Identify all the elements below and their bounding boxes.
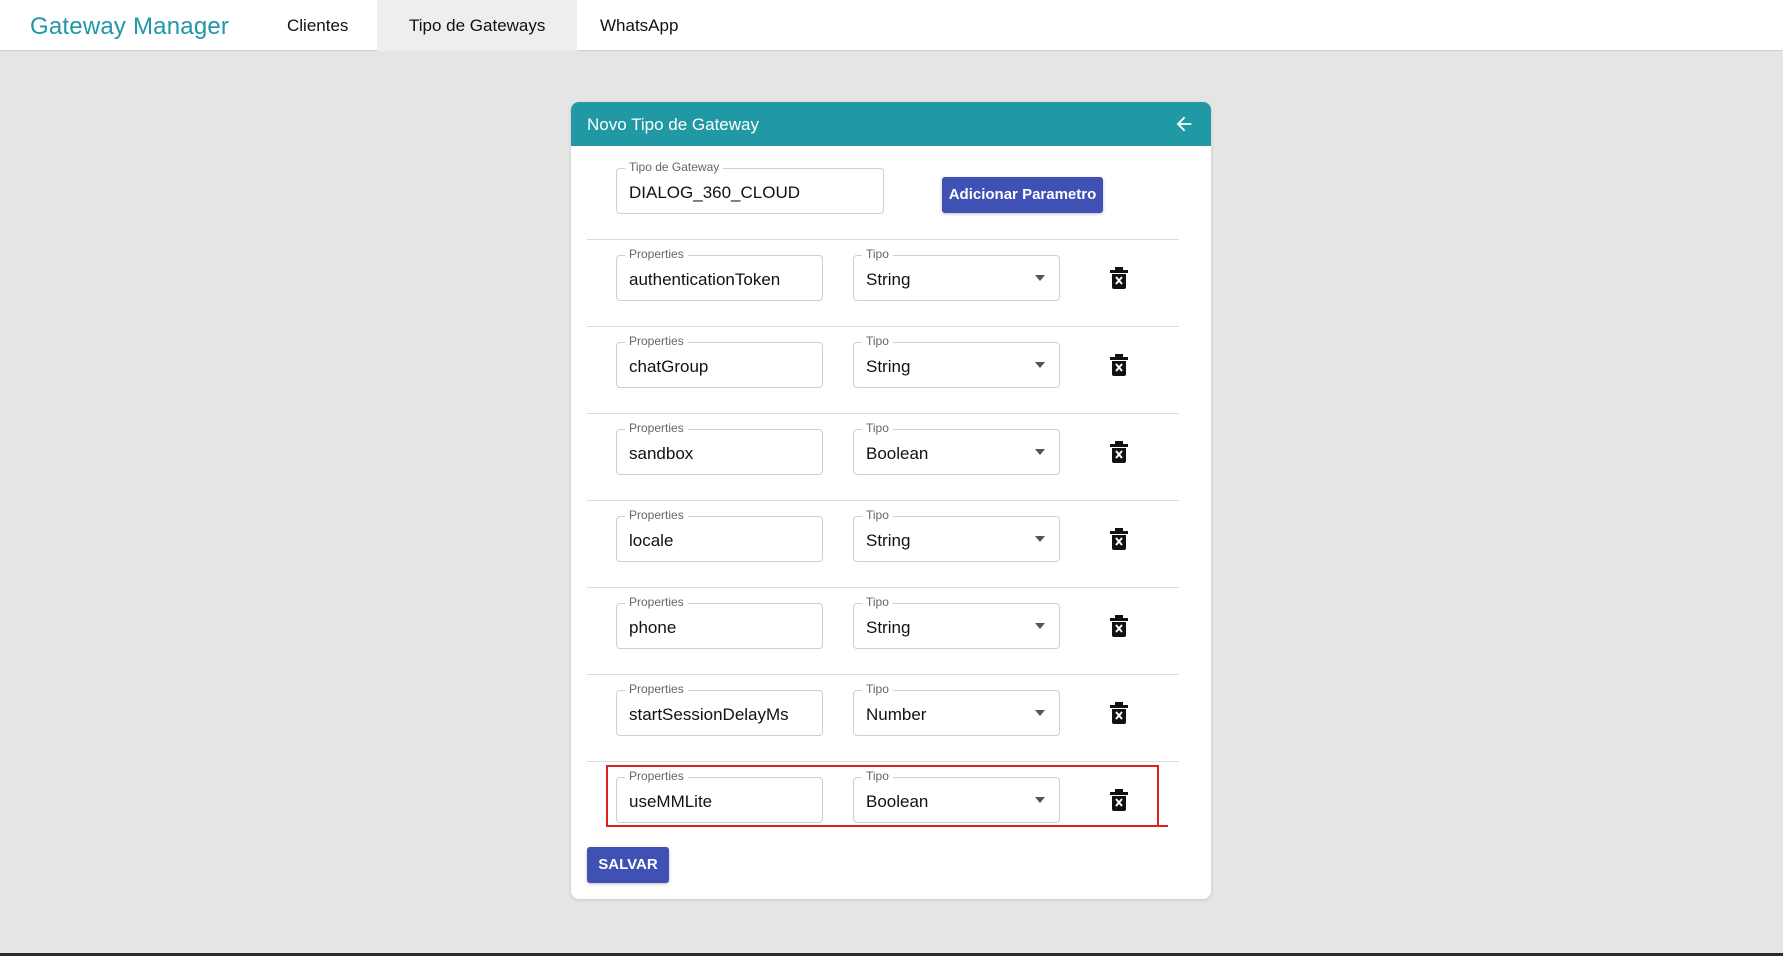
add-parameter-button[interactable]: Adicionar Parametro <box>942 177 1103 213</box>
property-value: phone <box>629 618 677 637</box>
parameter-row: Properties sandbox Tipo Boolean <box>571 414 1211 501</box>
parameter-row: Properties locale Tipo String <box>571 501 1211 588</box>
delete-icon[interactable] <box>1109 615 1129 637</box>
type-select[interactable]: Tipo String <box>853 334 1060 388</box>
arrow-left-icon[interactable] <box>1173 113 1195 135</box>
type-label: Tipo <box>862 682 893 696</box>
delete-icon[interactable] <box>1109 354 1129 376</box>
tab-clientes[interactable]: Clientes <box>255 0 380 51</box>
type-select[interactable]: Tipo String <box>853 508 1060 562</box>
type-label: Tipo <box>862 421 893 435</box>
property-value: locale <box>629 531 674 550</box>
gateway-type-input[interactable]: Tipo de Gateway DIALOG_360_CLOUD <box>616 160 884 214</box>
type-label: Tipo <box>862 247 893 261</box>
chevron-down-icon <box>1035 449 1045 455</box>
type-value: String <box>866 531 911 550</box>
tab-tipo-de-gateways[interactable]: Tipo de Gateways <box>377 0 578 51</box>
property-input[interactable]: Properties startSessionDelayMs <box>616 682 823 736</box>
property-label: Properties <box>625 595 688 609</box>
property-input[interactable]: Properties authenticationToken <box>616 247 823 301</box>
property-label: Properties <box>625 334 688 348</box>
type-value: Boolean <box>866 444 929 463</box>
highlight-box <box>606 765 1159 827</box>
brand-title[interactable]: Gateway Manager <box>30 13 229 41</box>
type-value: Number <box>866 705 927 724</box>
type-value: String <box>866 618 911 637</box>
tab-whatsapp[interactable]: WhatsApp <box>568 0 710 51</box>
property-value: startSessionDelayMs <box>629 705 789 724</box>
parameter-row: Properties phone Tipo String <box>571 588 1211 675</box>
type-select[interactable]: Tipo String <box>853 247 1060 301</box>
type-select[interactable]: Tipo String <box>853 595 1060 649</box>
chevron-down-icon <box>1035 710 1045 716</box>
parameter-row: Properties startSessionDelayMs Tipo Number <box>571 675 1211 762</box>
type-label: Tipo <box>862 508 893 522</box>
chevron-down-icon <box>1035 536 1045 542</box>
property-input[interactable]: Properties sandbox <box>616 421 823 475</box>
gateway-type-value: DIALOG_360_CLOUD <box>629 183 801 202</box>
gateway-type-label: Tipo de Gateway <box>625 160 724 174</box>
delete-icon[interactable] <box>1109 528 1129 550</box>
delete-icon[interactable] <box>1109 441 1129 463</box>
property-label: Properties <box>625 508 688 522</box>
type-value: String <box>866 270 911 289</box>
chevron-down-icon <box>1035 275 1045 281</box>
card-title: Novo Tipo de Gateway <box>587 115 759 134</box>
delete-icon[interactable] <box>1109 267 1129 289</box>
type-select[interactable]: Tipo Number <box>853 682 1060 736</box>
type-value: String <box>866 357 911 376</box>
property-input[interactable]: Properties locale <box>616 508 823 562</box>
parameter-row: Properties chatGroup Tipo String <box>571 327 1211 414</box>
parameter-row: Properties authenticationToken Tipo String <box>571 240 1211 327</box>
top-nav: Gateway Manager Clientes Tipo de Gateway… <box>0 0 1783 51</box>
property-label: Properties <box>625 247 688 261</box>
chevron-down-icon <box>1035 362 1045 368</box>
property-label: Properties <box>625 682 688 696</box>
delete-icon[interactable] <box>1109 702 1129 724</box>
property-value: sandbox <box>629 444 694 463</box>
property-input[interactable]: Properties chatGroup <box>616 334 823 388</box>
property-label: Properties <box>625 421 688 435</box>
property-value: chatGroup <box>629 357 709 376</box>
type-label: Tipo <box>862 595 893 609</box>
chevron-down-icon <box>1035 623 1045 629</box>
property-value: authenticationToken <box>629 270 781 289</box>
highlight-box-tail <box>1158 825 1168 827</box>
type-select[interactable]: Tipo Boolean <box>853 421 1060 475</box>
type-label: Tipo <box>862 334 893 348</box>
card-header: Novo Tipo de Gateway <box>571 102 1211 146</box>
save-button[interactable]: SALVAR <box>587 847 669 883</box>
property-input[interactable]: Properties phone <box>616 595 823 649</box>
